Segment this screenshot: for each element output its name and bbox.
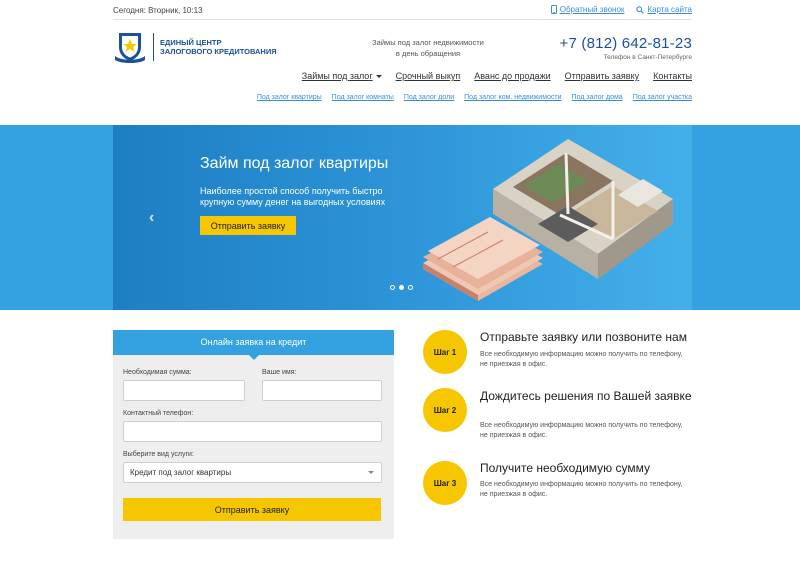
- subnav-item-apartment[interactable]: Под залог квартиры: [257, 94, 322, 101]
- current-date-time: Сегодня: Вторник, 10:13: [113, 6, 203, 15]
- tagline-line-2: в день обращения: [395, 49, 461, 58]
- slider-dot-3[interactable]: [408, 285, 413, 290]
- callback-label: Обратный звонок: [559, 5, 625, 14]
- step-1: Шаг 1 Отправьте заявку или позвоните нам…: [423, 330, 693, 380]
- phone-number[interactable]: +7 (812) 642-81-23: [560, 35, 692, 52]
- hero-subtitle: Наиболее простой способ получить быстро …: [200, 186, 386, 207]
- logo[interactable]: Единый центр залогового кредитования: [113, 30, 277, 64]
- phone-input[interactable]: [123, 421, 382, 442]
- service-select-value: Кредит под залог квартиры: [130, 468, 232, 477]
- apartment-money-illustration: [423, 139, 673, 301]
- sub-nav: Под залог квартиры Под залог комнаты Под…: [113, 94, 692, 106]
- chevron-down-icon: [375, 74, 382, 78]
- hero-send-request-button[interactable]: Отправить заявку: [200, 216, 296, 235]
- step-2-title: Дождитесь решения по Вашей заявке: [480, 389, 692, 403]
- sitemap-link[interactable]: Карта сайта: [636, 5, 692, 14]
- nav-item-label: Займы под залог: [301, 71, 373, 81]
- callback-link[interactable]: Обратный звонок: [550, 5, 625, 14]
- subnav-item-land[interactable]: Под залог участка: [633, 94, 692, 101]
- slider-dots: [390, 285, 413, 290]
- nav-item-contacts[interactable]: Контакты: [653, 71, 692, 81]
- hero-title: Займ под залог квартиры: [200, 155, 389, 172]
- logo-emblem-icon: [115, 33, 145, 63]
- logo-divider: [153, 33, 154, 61]
- subnav-item-commercial[interactable]: Под залог ком. недвижимости: [464, 94, 561, 101]
- nav-item-send-request[interactable]: Отправить заявку: [565, 71, 639, 81]
- step-3-title: Получите необходимую сумму: [480, 461, 651, 475]
- step-2-badge: Шаг 2: [423, 388, 467, 432]
- logo-text: Единый центр залогового кредитования: [160, 38, 277, 56]
- sitemap-label: Карта сайта: [647, 5, 692, 14]
- subnav-item-room[interactable]: Под залог комнаты: [332, 94, 394, 101]
- name-label: Ваше имя:: [262, 369, 297, 376]
- service-select[interactable]: Кредит под залог квартиры: [123, 462, 382, 483]
- search-icon: [636, 5, 645, 14]
- subnav-item-share[interactable]: Под залог доли: [404, 94, 454, 101]
- step-1-text: Все необходимую информацию можно получит…: [480, 351, 683, 368]
- step-3-badge: Шаг 3: [423, 461, 467, 505]
- step-1-badge: Шаг 1: [423, 330, 467, 374]
- nav-item-urgent-buyout[interactable]: Срочный выкуп: [396, 71, 461, 81]
- amount-label: Необходимая сумма:: [123, 369, 192, 376]
- step-3-text: Все необходимую информацию можно получит…: [480, 481, 683, 498]
- slider-dot-2[interactable]: [399, 285, 404, 290]
- chevron-left-icon[interactable]: ‹: [149, 209, 154, 227]
- phone-note: Телефон в Санкт-Петербурге: [603, 54, 692, 61]
- step-3: Шаг 3 Получите необходимую сумму Все нео…: [423, 461, 693, 511]
- phone-label: Контактный телефон:: [123, 410, 194, 417]
- form-title: Онлайн заявка на кредит: [113, 330, 394, 360]
- slider-dot-1[interactable]: [390, 285, 395, 290]
- amount-input[interactable]: [123, 380, 245, 401]
- nav-item-loans[interactable]: Займы под залог: [302, 71, 382, 81]
- logo-line-1: Единый центр: [160, 38, 222, 47]
- step-1-title: Отправьте заявку или позвоните нам: [480, 330, 687, 344]
- service-label: Выберите вид услуги:: [123, 451, 194, 458]
- top-bar: Сегодня: Вторник, 10:13 Обратный звонок …: [113, 0, 692, 20]
- phone-icon: [550, 5, 557, 14]
- hero-slider: ‹ Займ под залог квартиры Наиболее прост…: [113, 125, 692, 310]
- tagline-line-1: Займы под залог недвижимости: [372, 38, 484, 47]
- chevron-down-icon: [368, 471, 374, 474]
- subnav-item-house[interactable]: Под залог дома: [572, 94, 623, 101]
- top-links: Обратный звонок Карта сайта: [550, 5, 692, 14]
- loan-request-form: Онлайн заявка на кредит Необходимая сумм…: [113, 330, 394, 539]
- name-input[interactable]: [262, 380, 382, 401]
- tagline: Займы под залог недвижимости в день обра…: [368, 37, 488, 59]
- main-nav: Займы под залог Срочный выкуп Аванс до п…: [113, 71, 692, 87]
- nav-item-advance[interactable]: Аванс до продажи: [474, 71, 550, 81]
- step-2-text: Все необходимую информацию можно получит…: [480, 422, 683, 439]
- step-2: Шаг 2 Дождитесь решения по Вашей заявке …: [423, 388, 693, 439]
- logo-line-2: залогового кредитования: [160, 47, 277, 56]
- form-submit-button[interactable]: Отправить заявку: [123, 498, 381, 521]
